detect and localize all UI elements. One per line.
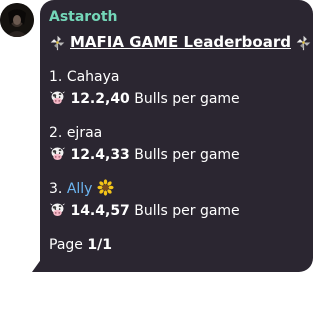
leaderboard-title: MAFIA GAME Leaderboard (49, 32, 311, 52)
sender-avatar[interactable] (0, 3, 34, 37)
pinwheel-icon (49, 34, 66, 51)
entry-unit: Bulls per game (134, 147, 240, 163)
pinwheel-icon (295, 34, 312, 51)
page-indicator: Page 1/1 (49, 235, 303, 255)
sender-name[interactable]: Astaroth (49, 8, 303, 26)
entry-player-mention[interactable]: Ally (67, 181, 93, 197)
entry-score: 12.2,40 (70, 91, 130, 107)
page-value: 1/1 (87, 237, 112, 253)
avatar-image (0, 3, 34, 37)
cow-icon (49, 145, 66, 162)
entry-player-name: Cahaya (66, 69, 120, 85)
leaderboard-entry: 2. ejraa 12.4,33 Bulls per game (49, 123, 303, 165)
entry-player-name: ejraa (66, 125, 103, 141)
entry-score-line: 12.2,40 Bulls per game (49, 89, 303, 109)
entry-unit: Bulls per game (134, 203, 240, 219)
entry-unit: Bulls per game (134, 91, 240, 107)
message-bubble: Astaroth MAFIA GAME Leaderboard 1. Cahay… (40, 0, 313, 272)
entry-score: 14.4,57 (70, 203, 130, 219)
leaderboard-entry: 1. Cahaya 12.2,40 Bulls per game (49, 67, 303, 109)
cow-icon (49, 201, 66, 218)
entry-rank-line: 3. Ally (49, 179, 303, 199)
title-text: MAFIA GAME Leaderboard (70, 33, 291, 51)
entry-score-line: 12.4,33 Bulls per game (49, 145, 303, 165)
leaderboard-entry: 3. Ally 14.4,57 Bulls per game (49, 179, 303, 221)
entry-score: 12.4,33 (70, 147, 130, 163)
entry-rank-line: 1. Cahaya (49, 67, 303, 87)
entry-rank: 2. (49, 125, 63, 141)
sunflower-icon (97, 179, 114, 196)
entry-rank: 1. (49, 69, 63, 85)
cow-icon (49, 89, 66, 106)
entry-rank-line: 2. ejraa (49, 123, 303, 143)
entry-score-line: 14.4,57 Bulls per game (49, 201, 303, 221)
page-label: Page (49, 237, 83, 253)
entry-rank: 3. (49, 181, 63, 197)
